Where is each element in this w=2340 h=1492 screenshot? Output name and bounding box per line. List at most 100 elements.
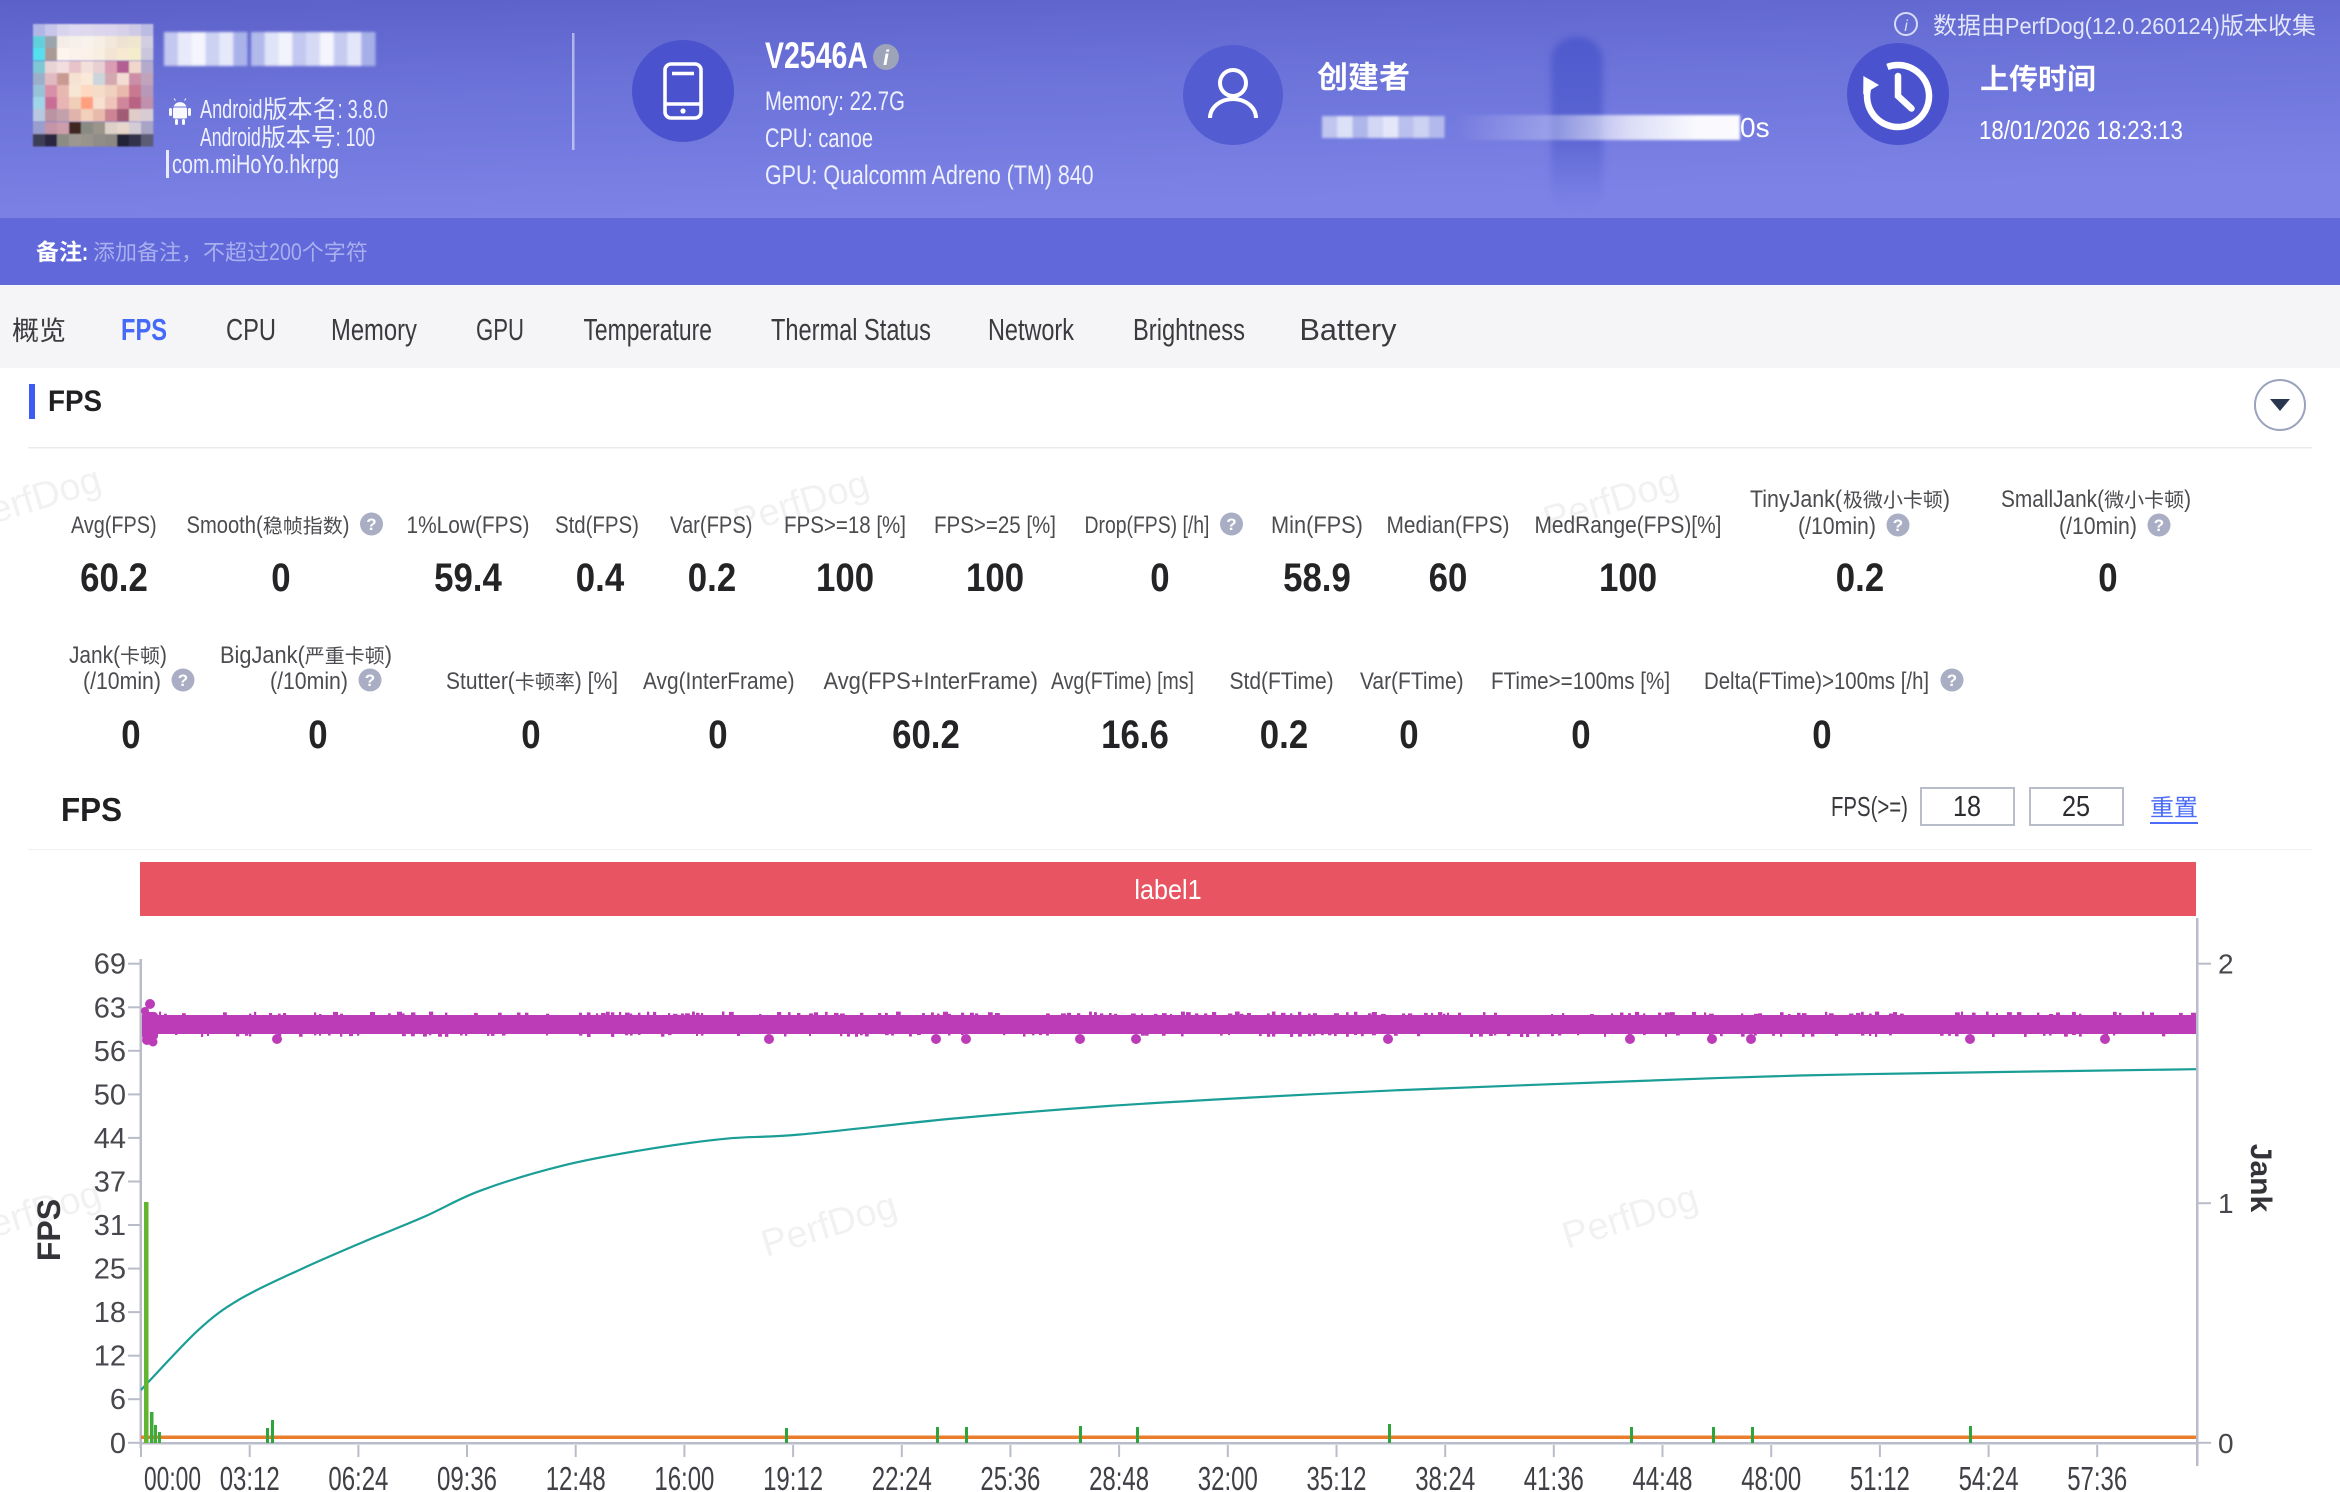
svg-text:PerfDog(12.0.260124): PerfDog(12.0.260124) <box>2005 13 2220 39</box>
svg-text:03:12: 03:12 <box>220 1461 280 1492</box>
svg-text:): ) <box>1943 485 1950 512</box>
svg-text:Stutter(: Stutter( <box>446 668 515 695</box>
svg-text:(/10min): (/10min) <box>1798 512 1876 540</box>
svg-text:0s: 0s <box>1740 112 1770 143</box>
svg-text:16:00: 16:00 <box>654 1461 714 1492</box>
svg-text:com.miHoYo.hkrpg: com.miHoYo.hkrpg <box>172 149 339 178</box>
svg-text:63: 63 <box>94 992 126 1024</box>
svg-text:00:00: 00:00 <box>144 1461 201 1492</box>
svg-text:31: 31 <box>94 1210 126 1242</box>
svg-text:): ) <box>2184 486 2191 513</box>
svg-text:?: ? <box>365 671 375 690</box>
svg-text:i: i <box>1904 18 1908 35</box>
svg-text:FPS: FPS <box>31 1199 67 1261</box>
svg-text:0: 0 <box>308 712 327 757</box>
svg-text:0: 0 <box>521 712 540 757</box>
svg-text:GPU: GPU <box>476 312 524 347</box>
svg-text:Network: Network <box>988 312 1074 347</box>
svg-text:FPS: FPS <box>121 312 167 347</box>
svg-text:): ) <box>160 642 167 669</box>
svg-text:100: 100 <box>816 555 874 600</box>
svg-text:56: 56 <box>94 1036 126 1068</box>
svg-text:38:24: 38:24 <box>1415 1461 1475 1492</box>
svg-text:100: 100 <box>966 555 1024 600</box>
svg-text:44:48: 44:48 <box>1633 1461 1693 1492</box>
svg-text:0: 0 <box>271 555 290 600</box>
svg-text:(/10min): (/10min) <box>83 667 161 695</box>
svg-text:0.4: 0.4 <box>576 555 625 600</box>
svg-text:Median(FPS): Median(FPS) <box>1387 512 1510 539</box>
svg-text:Avg(FTime) [ms]: Avg(FTime) [ms] <box>1051 667 1194 694</box>
svg-text:2: 2 <box>2218 949 2234 980</box>
svg-text:?: ? <box>178 671 188 690</box>
svg-text:1%Low(FPS): 1%Low(FPS) <box>407 512 530 539</box>
svg-text:SmallJank(: SmallJank( <box>2001 486 2105 513</box>
svg-text:69: 69 <box>94 949 126 981</box>
svg-text:06:24: 06:24 <box>328 1461 388 1492</box>
svg-text:: 3.8.0: : 3.8.0 <box>338 95 388 124</box>
svg-text:Jank: Jank <box>2244 1144 2277 1213</box>
svg-text:FTime>=100ms [%]: FTime>=100ms [%] <box>1491 668 1670 695</box>
svg-text:: 100: : 100 <box>336 123 375 152</box>
svg-text:Var(FPS): Var(FPS) <box>670 511 752 538</box>
svg-text:0.2: 0.2 <box>1260 712 1308 757</box>
svg-text:41:36: 41:36 <box>1524 1461 1584 1492</box>
svg-text:V2546A: V2546A <box>765 34 868 75</box>
svg-text:Drop(FPS) [/h]: Drop(FPS) [/h] <box>1085 511 1210 539</box>
svg-text:18/01/2026 18:23:13: 18/01/2026 18:23:13 <box>1979 116 2183 145</box>
svg-text:60.2: 60.2 <box>892 712 960 757</box>
svg-text:50: 50 <box>94 1079 126 1111</box>
svg-text:FPS: FPS <box>48 385 102 418</box>
svg-text:0.2: 0.2 <box>688 555 736 600</box>
svg-text:(/10min): (/10min) <box>2059 512 2137 540</box>
svg-text:): ) <box>343 511 350 538</box>
svg-text:Smooth(: Smooth( <box>187 511 264 538</box>
svg-text:12:48: 12:48 <box>546 1461 606 1492</box>
svg-text:Android: Android <box>200 123 261 152</box>
svg-text:(/10min): (/10min) <box>270 667 348 695</box>
svg-text:44: 44 <box>94 1123 126 1155</box>
svg-text:58.9: 58.9 <box>1283 555 1351 600</box>
svg-text:200: 200 <box>269 238 302 265</box>
svg-text:Jank(: Jank( <box>69 642 121 669</box>
svg-text:TinyJank(: TinyJank( <box>1750 485 1842 512</box>
svg-text:FPS: FPS <box>61 791 122 828</box>
svg-text:18: 18 <box>94 1297 126 1329</box>
svg-text:label1: label1 <box>1134 874 1201 906</box>
svg-text:12: 12 <box>94 1341 126 1373</box>
svg-text:FPS>=18 [%]: FPS>=18 [%] <box>784 511 906 538</box>
svg-text:0: 0 <box>1399 712 1418 757</box>
svg-text:59.4: 59.4 <box>434 555 502 600</box>
svg-text:Var(FTime): Var(FTime) <box>1360 668 1464 695</box>
svg-text:54:24: 54:24 <box>1959 1461 2019 1492</box>
svg-text:CPU: canoe: CPU: canoe <box>765 123 873 154</box>
svg-text:25: 25 <box>2062 789 2090 822</box>
svg-text:25: 25 <box>94 1254 126 1286</box>
svg-text:0: 0 <box>708 712 727 757</box>
svg-text:60.2: 60.2 <box>80 555 148 600</box>
svg-text:37: 37 <box>94 1167 126 1199</box>
svg-text:?: ? <box>366 515 376 534</box>
svg-text:Android: Android <box>200 95 263 124</box>
svg-text:6: 6 <box>110 1384 126 1416</box>
svg-text:1: 1 <box>2218 1188 2234 1219</box>
svg-text:0: 0 <box>1812 712 1831 757</box>
svg-text:Battery: Battery <box>1300 312 1398 347</box>
svg-text:Std(FPS): Std(FPS) <box>555 511 639 538</box>
svg-text:0.2: 0.2 <box>1836 555 1884 600</box>
svg-text:?: ? <box>2154 516 2164 535</box>
svg-text:FPS(>=): FPS(>=) <box>1831 792 1908 823</box>
svg-text:Brightness: Brightness <box>1133 312 1245 347</box>
svg-text:?: ? <box>1947 671 1957 690</box>
svg-text:18: 18 <box>1953 789 1981 822</box>
svg-text:28:48: 28:48 <box>1089 1461 1149 1492</box>
svg-text:25:36: 25:36 <box>980 1461 1040 1492</box>
svg-text:48:00: 48:00 <box>1741 1461 1801 1492</box>
svg-text:GPU: Qualcomm Adreno (TM) 840: GPU: Qualcomm Adreno (TM) 840 <box>765 161 1094 191</box>
svg-text:Min(FPS): Min(FPS) <box>1271 511 1363 538</box>
svg-text:Temperature: Temperature <box>584 312 712 347</box>
svg-text:57:36: 57:36 <box>2067 1461 2127 1492</box>
svg-text:Memory: 22.7G: Memory: 22.7G <box>765 86 905 117</box>
svg-text:0: 0 <box>2218 1428 2234 1459</box>
svg-text:60: 60 <box>1429 555 1468 600</box>
